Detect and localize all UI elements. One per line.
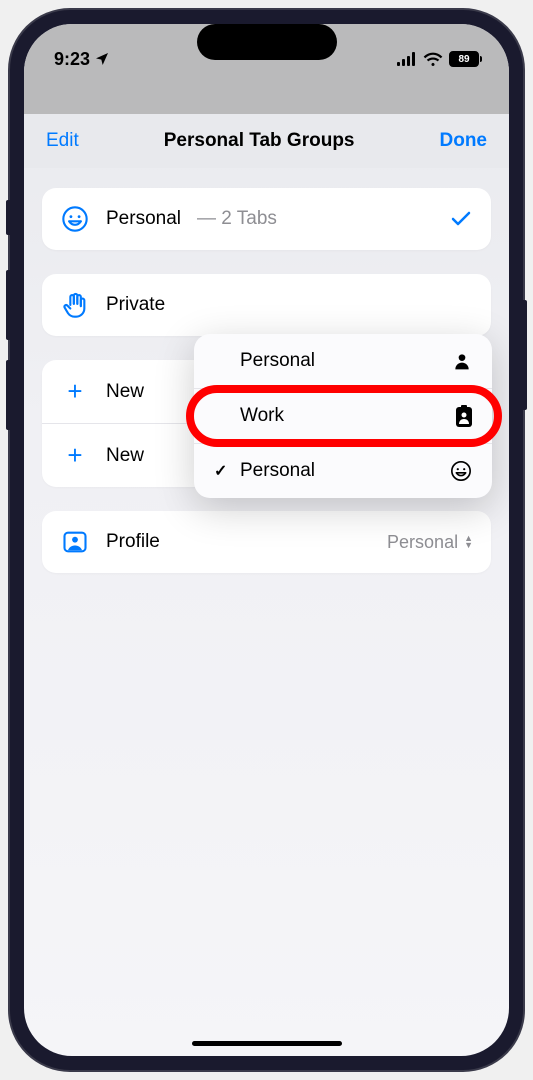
page-title: Personal Tab Groups (164, 130, 355, 152)
new-label: New (106, 445, 144, 467)
profile-picker-popup: Personal Work (194, 334, 492, 498)
content: Personal — 2 Tabs Private (24, 168, 509, 617)
tab-group-label: Personal (106, 208, 181, 230)
profile-row[interactable]: Profile Personal ▲▼ (42, 511, 491, 573)
profile-icon (60, 527, 90, 557)
plus-icon: + (60, 440, 90, 471)
popup-label: Personal (240, 460, 315, 482)
smiley-icon (60, 204, 90, 234)
tab-group-personal[interactable]: Personal — 2 Tabs (42, 188, 491, 250)
status-left: 9:23 (54, 49, 110, 70)
side-button (6, 270, 10, 340)
done-button[interactable]: Done (440, 130, 488, 152)
checkmark-icon: ✓ (214, 461, 230, 481)
tab-group-label: Private (106, 294, 165, 316)
side-button (523, 300, 527, 410)
popup-item-personal[interactable]: Personal (194, 334, 492, 389)
cellular-icon (397, 52, 417, 66)
profile-label: Profile (106, 531, 160, 553)
location-icon (94, 51, 110, 67)
popup-item-personal-current[interactable]: ✓ Personal (194, 444, 492, 498)
popup-item-work[interactable]: Work (194, 389, 492, 444)
plus-icon: + (60, 376, 90, 407)
popup-label: Personal (240, 350, 315, 372)
battery-indicator: 89 (449, 51, 479, 67)
status-right: 89 (397, 51, 479, 67)
chevron-up-down-icon: ▲▼ (464, 535, 473, 549)
battery-level: 89 (449, 51, 479, 67)
new-label: New (106, 381, 144, 403)
popup-label: Work (240, 405, 284, 427)
tab-group-meta: — 2 Tabs (197, 208, 277, 230)
person-icon (452, 351, 472, 371)
profile-value: Personal ▲▼ (387, 532, 473, 553)
notch (197, 24, 337, 60)
nav-bar: Edit Personal Tab Groups Done (24, 114, 509, 168)
wifi-icon (423, 52, 443, 66)
smiley-icon (450, 460, 472, 482)
status-time: 9:23 (54, 49, 90, 70)
badge-icon (456, 405, 472, 427)
home-indicator[interactable] (192, 1041, 342, 1046)
edit-button[interactable]: Edit (46, 130, 79, 152)
screen: 9:23 89 Edit Personal (24, 24, 509, 1056)
header-gray (24, 74, 509, 114)
tab-group-private[interactable]: Private (42, 274, 491, 336)
side-button (6, 360, 10, 430)
side-button (6, 200, 10, 235)
phone-frame: 9:23 89 Edit Personal (10, 10, 523, 1070)
hand-icon (60, 290, 90, 320)
checkmark-icon (449, 207, 473, 231)
